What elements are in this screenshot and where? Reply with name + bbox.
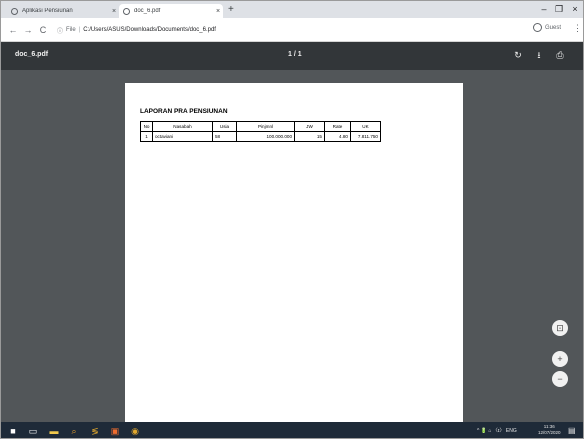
tab-close-icon[interactable]: × [213, 8, 223, 15]
new-tab-button[interactable]: + [228, 4, 234, 16]
reload-button[interactable]: C [37, 23, 49, 37]
tab-aplikasi-pensiunan[interactable]: Aplikasi Pensiunan × [7, 4, 119, 18]
forward-button[interactable]: → [22, 23, 34, 37]
system-tray[interactable]: ^ 🔋 ⌂ 〈ɪ〉 ENG [477, 427, 517, 434]
app-icon[interactable]: ≶ [89, 425, 101, 437]
table-cell: 4.80 [324, 131, 351, 142]
tab-title: doc_6.pdf [134, 8, 161, 14]
zoom-in-icon[interactable]: + [552, 351, 568, 367]
avatar-icon [533, 23, 542, 32]
search-icon[interactable]: ⌕ [68, 425, 80, 437]
column-header: UK [350, 121, 381, 132]
taskbar: ■ ▭ ▬ ⌕ ≶ ▣ ◉ ^ 🔋 ⌂ 〈ɪ〉 ENG 11:36 12/07/… [1, 422, 583, 438]
menu-icon[interactable]: ⋮ [573, 23, 582, 34]
pdf-toolbar: doc_6.pdf 1 / 1 ↻ ⭳ ⎙ [1, 42, 583, 70]
column-header: JW [294, 121, 325, 132]
tab-strip: Aplikasi Pensiunan × doc_6.pdf × + – ❐ × [1, 1, 583, 18]
separator: | [78, 27, 81, 33]
table-cell: 7.811.750 [350, 131, 381, 142]
pdf-page: LAPORAN PRA PENSIUNAN No Nasabah Usia Pi… [125, 83, 463, 423]
office-icon[interactable]: ▣ [109, 425, 121, 437]
clock[interactable]: 11:36 12/07/2020 [538, 424, 561, 436]
browser-window: Aplikasi Pensiunan × doc_6.pdf × + – ❐ ×… [0, 0, 584, 439]
print-icon[interactable]: ⎙ [554, 49, 566, 61]
pdf-viewer[interactable]: LAPORAN PRA PENSIUNAN No Nasabah Usia Pi… [1, 70, 583, 423]
table-header-row: No Nasabah Usia Pinjmnl JW Rate UK [140, 121, 381, 132]
tab-doc-pdf[interactable]: doc_6.pdf × [119, 4, 223, 18]
zoom-out-icon[interactable]: − [552, 371, 568, 387]
tab-close-icon[interactable]: × [109, 8, 119, 15]
table-cell: 15 [294, 131, 325, 142]
pdf-filename: doc_6.pdf [15, 51, 49, 58]
column-header: Nasabah [152, 121, 213, 132]
download-icon[interactable]: ⭳ [533, 49, 545, 61]
file-explorer-icon[interactable]: ▬ [48, 425, 60, 437]
rotate-icon[interactable]: ↻ [512, 49, 524, 61]
report-title: LAPORAN PRA PENSIUNAN [140, 108, 228, 115]
notification-icon[interactable]: ▤ [568, 426, 576, 435]
chrome-icon[interactable]: ◉ [129, 425, 141, 437]
globe-icon [11, 7, 18, 15]
table-cell: octaviani [152, 131, 213, 142]
back-button[interactable]: ← [7, 23, 19, 37]
report-table: No Nasabah Usia Pinjmnl JW Rate UK 1 oct… [140, 121, 381, 142]
table-cell: 100.000.000 [236, 131, 295, 142]
profile-button[interactable]: Guest [533, 23, 561, 32]
clock-date: 12/07/2020 [538, 430, 561, 435]
page-indicator: 1 / 1 [288, 51, 302, 58]
column-header: Usia [212, 121, 237, 132]
column-header: Rate [324, 121, 351, 132]
url-text: C:/Users/ASUS/Downloads/Documents/doc_6.… [83, 27, 216, 33]
info-icon[interactable]: ⓘ [57, 26, 63, 35]
table-row: 1 octaviani 58 100.000.000 15 4.80 7.811… [140, 131, 381, 142]
profile-label: Guest [545, 24, 562, 31]
globe-icon [123, 7, 130, 15]
start-icon[interactable]: ■ [7, 425, 19, 437]
address-bar[interactable]: ⓘ File | C:/Users/ASUS/Downloads/Documen… [57, 24, 527, 36]
column-header: Pinjmnl [236, 121, 295, 132]
close-window-button[interactable]: × [566, 2, 583, 16]
column-header: No [140, 121, 153, 132]
browser-toolbar: ← → C ⓘ File | C:/Users/ASUS/Downloads/D… [1, 18, 583, 42]
table-cell: 1 [140, 131, 153, 142]
tab-title: Aplikasi Pensiunan [22, 8, 73, 14]
scheme-label: File [66, 27, 76, 33]
table-cell: 58 [212, 131, 237, 142]
fit-page-icon[interactable]: ⊡ [552, 320, 568, 336]
task-view-icon[interactable]: ▭ [27, 425, 39, 437]
